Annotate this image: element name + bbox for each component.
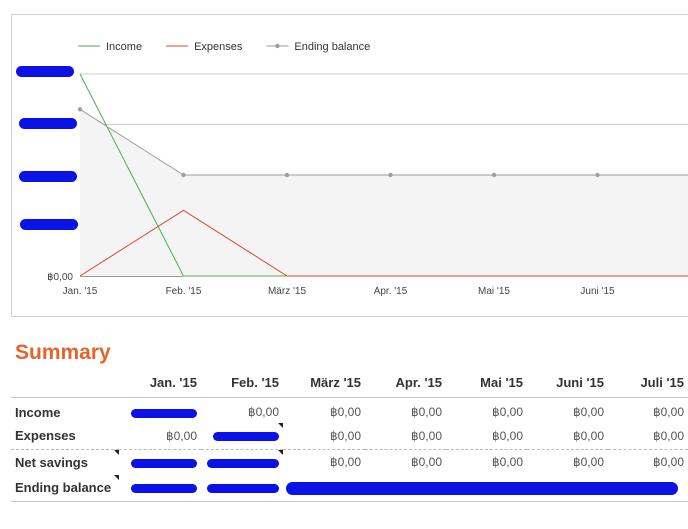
redaction-scribble	[131, 408, 197, 418]
redaction-scribble	[207, 458, 279, 468]
x-tick-label: Jan. '15	[63, 286, 98, 297]
column-header: Jan. '15	[119, 371, 201, 398]
table-cell	[201, 475, 283, 502]
table-cell	[119, 397, 201, 423]
redaction-scribble	[19, 118, 77, 129]
x-tick-label: März '15	[268, 286, 306, 297]
column-header: Mai '15	[446, 371, 527, 398]
data-point	[77, 107, 83, 112]
redaction-scribble	[20, 219, 78, 230]
redaction-scribble	[16, 66, 74, 77]
table-cell: ฿0,00	[446, 448, 527, 475]
data-point	[595, 172, 600, 178]
table-row-net-savings: Net savings ฿0,00 ฿0,00 ฿0,00 ฿0,00 ฿0,0…	[11, 448, 688, 475]
row-label: Income	[15, 404, 61, 420]
table-cell: ฿0,00	[330, 405, 361, 420]
table-cell: ฿0,00	[283, 448, 365, 475]
legend-label: Expenses	[194, 41, 243, 53]
table-cell: ฿0,00	[411, 405, 442, 420]
row-label: Expenses	[15, 428, 76, 444]
column-header: Juni '15	[527, 371, 608, 398]
summary-header-row: Jan. '15 Feb. '15 März '15 Apr. '15 Mai …	[11, 371, 688, 398]
data-point	[491, 172, 497, 178]
table-cell: ฿0,00	[330, 428, 361, 443]
table-cell	[283, 475, 688, 502]
redaction-scribble	[286, 481, 678, 495]
table-cell: ฿0,00	[653, 405, 684, 420]
table-cell: ฿0,00	[492, 405, 523, 420]
column-header	[11, 371, 119, 398]
table-row-ending-balance: Ending balance	[11, 475, 688, 502]
table-cell: ฿0,00	[166, 428, 197, 443]
y-tick-label: ฿0,00	[47, 272, 73, 283]
x-tick-label: Juni '15	[580, 286, 615, 297]
column-header: Juli '15	[608, 371, 688, 398]
x-tick-label: Apr. '15	[374, 286, 408, 297]
table-cell: ฿0,00	[573, 405, 604, 420]
table-cell: ฿0,00	[653, 428, 684, 443]
data-point	[388, 172, 393, 178]
x-tick-label: Mai '15	[478, 286, 510, 297]
redaction-scribble	[19, 171, 77, 182]
x-tick-label: Feb. '15	[166, 286, 202, 297]
table-cell: ฿0,00	[248, 405, 279, 420]
table-cell: ฿0,00	[573, 428, 604, 443]
redaction-scribble	[213, 432, 279, 442]
table-cell	[119, 448, 201, 475]
column-header: Apr. '15	[365, 371, 446, 398]
data-point	[284, 172, 290, 178]
line-chart: ฿0,00 Jan. '15 Feb. '15 März '15 Apr. '15 Mai…	[47, 41, 688, 297]
row-label: Ending balance	[11, 475, 119, 502]
table-cell: ฿0,00	[411, 428, 442, 443]
table-row-income: Income ฿0,00 ฿0,00 ฿0,00 ฿0,00 ฿0,00 ฿0,…	[11, 397, 688, 423]
table-cell	[201, 448, 283, 475]
column-header: Feb. '15	[201, 371, 283, 398]
table-cell: ฿0,00	[365, 448, 446, 475]
data-point	[181, 172, 186, 178]
series-line	[79, 108, 688, 176]
redaction-scribble	[131, 484, 197, 494]
legend-label: Ending balance	[294, 41, 370, 53]
table-cell	[201, 423, 283, 449]
summary-table: Jan. '15 Feb. '15 März '15 Apr. '15 Mai …	[11, 371, 688, 502]
table-cell	[119, 475, 201, 502]
table-row-expenses: Expenses ฿0,00 ฿0,00 ฿0,00 ฿0,00 ฿0,00 ฿…	[11, 423, 688, 449]
table-cell: ฿0,00	[527, 448, 608, 475]
table-cell: ฿0,00	[608, 448, 688, 475]
legend-label: Income	[106, 41, 142, 53]
row-label: Net savings	[11, 448, 119, 475]
chart-panel: ฿0,00 Jan. '15 Feb. '15 März '15 Apr. '15 Mai…	[11, 14, 688, 317]
column-header: März '15	[283, 371, 365, 398]
redaction-scribble	[207, 484, 279, 494]
table-cell: ฿0,00	[492, 428, 523, 443]
redaction-scribble	[131, 458, 197, 468]
legend-marker	[275, 43, 280, 49]
summary-heading: Summary	[15, 341, 111, 364]
